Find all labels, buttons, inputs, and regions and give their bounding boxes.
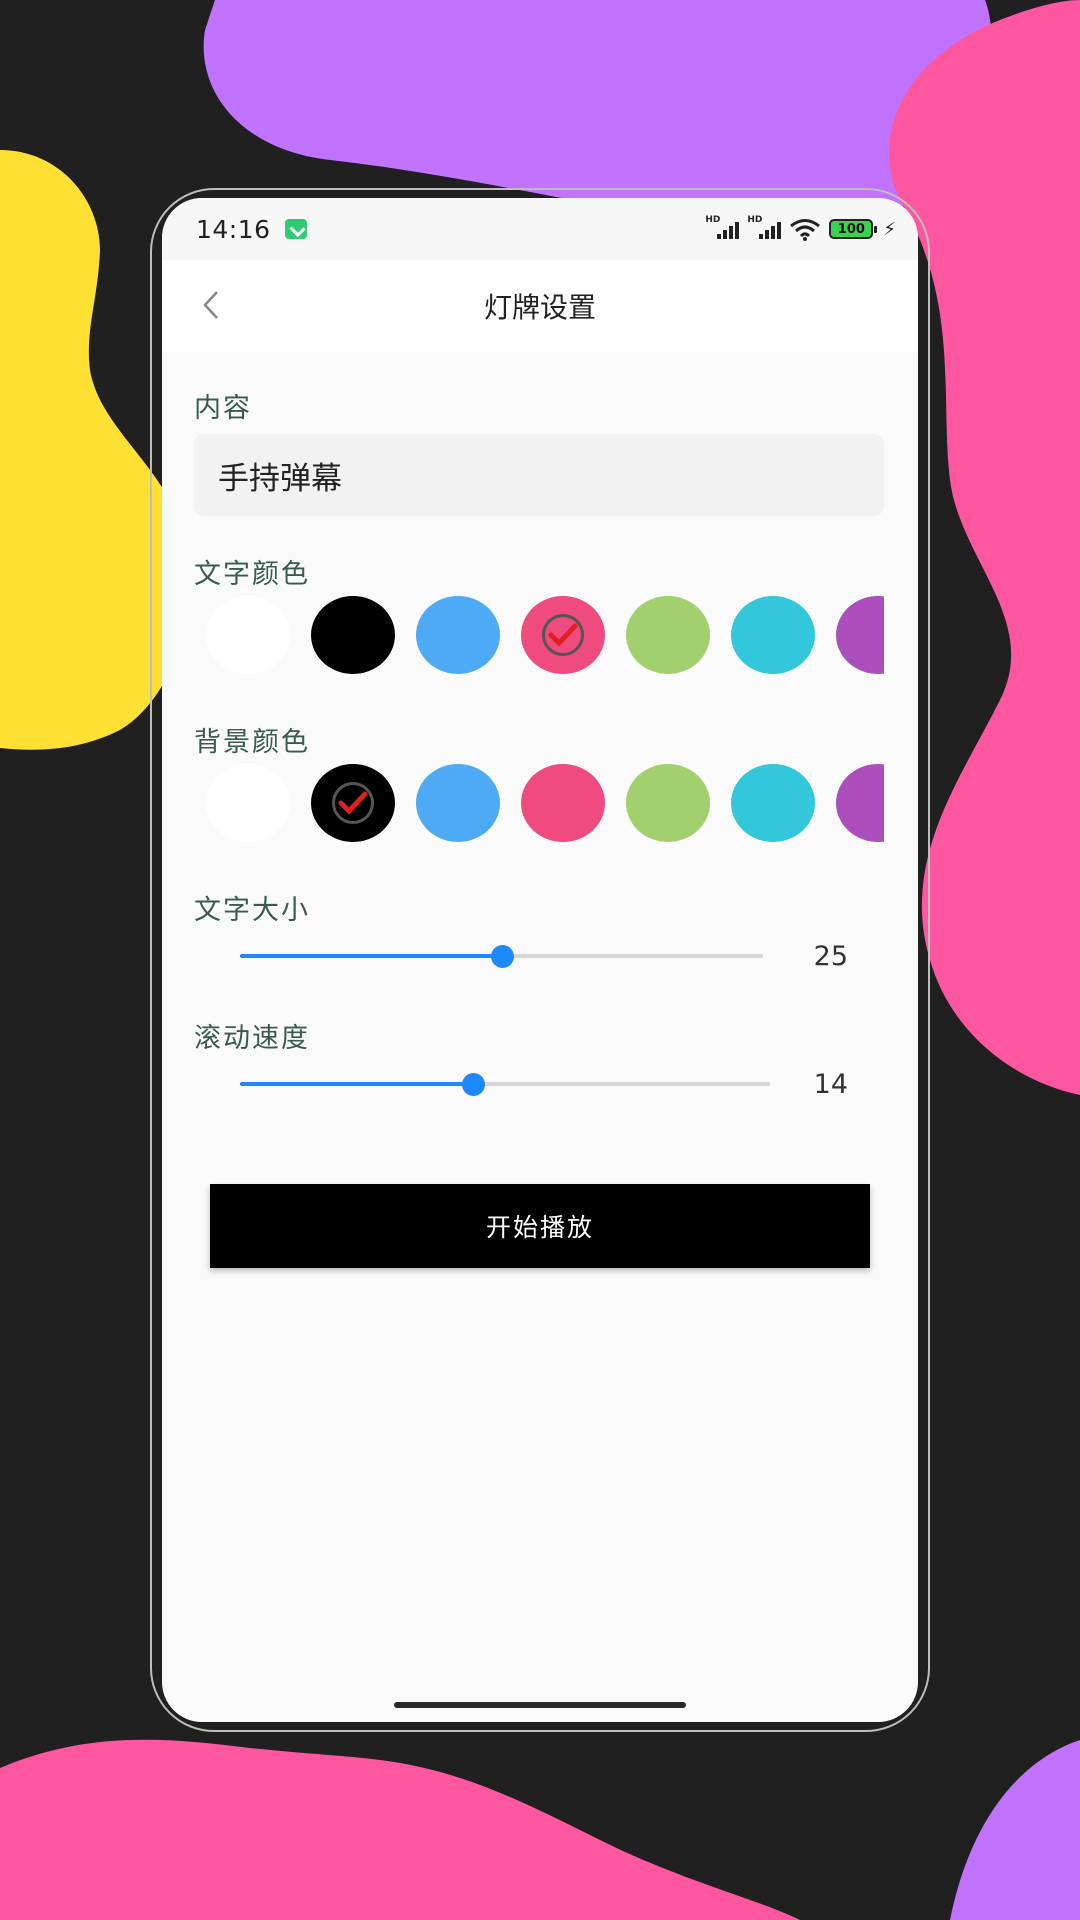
charging-icon: ⚡ xyxy=(883,218,896,240)
text-size-slider[interactable] xyxy=(240,941,763,971)
bg-color-swatch-green[interactable] xyxy=(626,764,710,842)
content-input[interactable] xyxy=(194,434,884,516)
bg-color-swatch-pink[interactable] xyxy=(521,764,605,842)
slider-thumb[interactable] xyxy=(491,945,514,968)
scroll-speed-slider[interactable] xyxy=(240,1069,770,1099)
battery-level: 100 xyxy=(837,221,865,237)
text-color-swatch-blue[interactable] xyxy=(416,596,500,674)
text-size-label: 文字大小 xyxy=(194,895,310,926)
status-time: 14:16 xyxy=(196,214,271,244)
signal-icon: HD xyxy=(747,215,782,241)
content-label: 内容 xyxy=(194,393,252,424)
text-color-swatch-cyan[interactable] xyxy=(731,596,815,674)
start-play-button[interactable]: 开始播放 xyxy=(210,1184,870,1268)
chevron-left-icon xyxy=(203,291,218,319)
slider-thumb[interactable] xyxy=(462,1073,485,1096)
bg-color-swatch-white[interactable] xyxy=(206,764,290,842)
home-indicator xyxy=(394,1702,686,1708)
bg-color-swatch-black[interactable] xyxy=(311,764,395,842)
text-color-picker xyxy=(206,596,884,676)
slider-fill xyxy=(240,1082,473,1086)
battery-icon: 100 xyxy=(829,219,878,239)
text-size-value: 25 xyxy=(813,941,848,972)
text-color-swatch-green[interactable] xyxy=(626,596,710,674)
text-color-swatch-white[interactable] xyxy=(206,596,290,674)
pink-blob-bottom xyxy=(0,1739,800,1920)
status-icons: HD HD 100 ⚡ xyxy=(705,215,896,241)
page-title: 灯牌设置 xyxy=(483,291,596,324)
status-bar: 14:16 HD HD 100 ⚡ xyxy=(162,198,918,260)
text-color-swatch-pink[interactable] xyxy=(521,596,605,674)
slider-fill xyxy=(240,954,502,958)
phone-screen: 14:16 HD HD 100 ⚡ 灯牌设置 内容 手持弹幕 文字颜色 背景颜色… xyxy=(162,198,918,1722)
text-color-label: 文字颜色 xyxy=(194,559,310,590)
text-color-swatch-purple[interactable] xyxy=(836,596,884,674)
screen: 14:16 HD HD 100 ⚡ 灯牌设置 内容 手持弹幕 文字颜色 背景颜色… xyxy=(0,0,1080,1920)
back-button[interactable] xyxy=(196,290,226,320)
checkmark-icon xyxy=(332,782,374,824)
text-color-swatch-black[interactable] xyxy=(311,596,395,674)
bg-color-label: 背景颜色 xyxy=(194,727,310,758)
bg-color-swatch-blue[interactable] xyxy=(416,764,500,842)
wifi-icon xyxy=(790,219,821,241)
title-bar: 灯牌设置 xyxy=(162,260,918,352)
scroll-speed-label: 滚动速度 xyxy=(194,1023,310,1054)
checkmark-icon xyxy=(542,614,584,656)
scroll-speed-value: 14 xyxy=(813,1069,848,1100)
bg-color-swatch-cyan[interactable] xyxy=(731,764,815,842)
purple-blob-bottom-right xyxy=(950,1740,1080,1920)
bg-color-picker xyxy=(206,764,884,844)
signal-icon: HD xyxy=(705,215,740,241)
bg-color-swatch-purple[interactable] xyxy=(836,764,884,842)
download-icon xyxy=(284,219,307,239)
